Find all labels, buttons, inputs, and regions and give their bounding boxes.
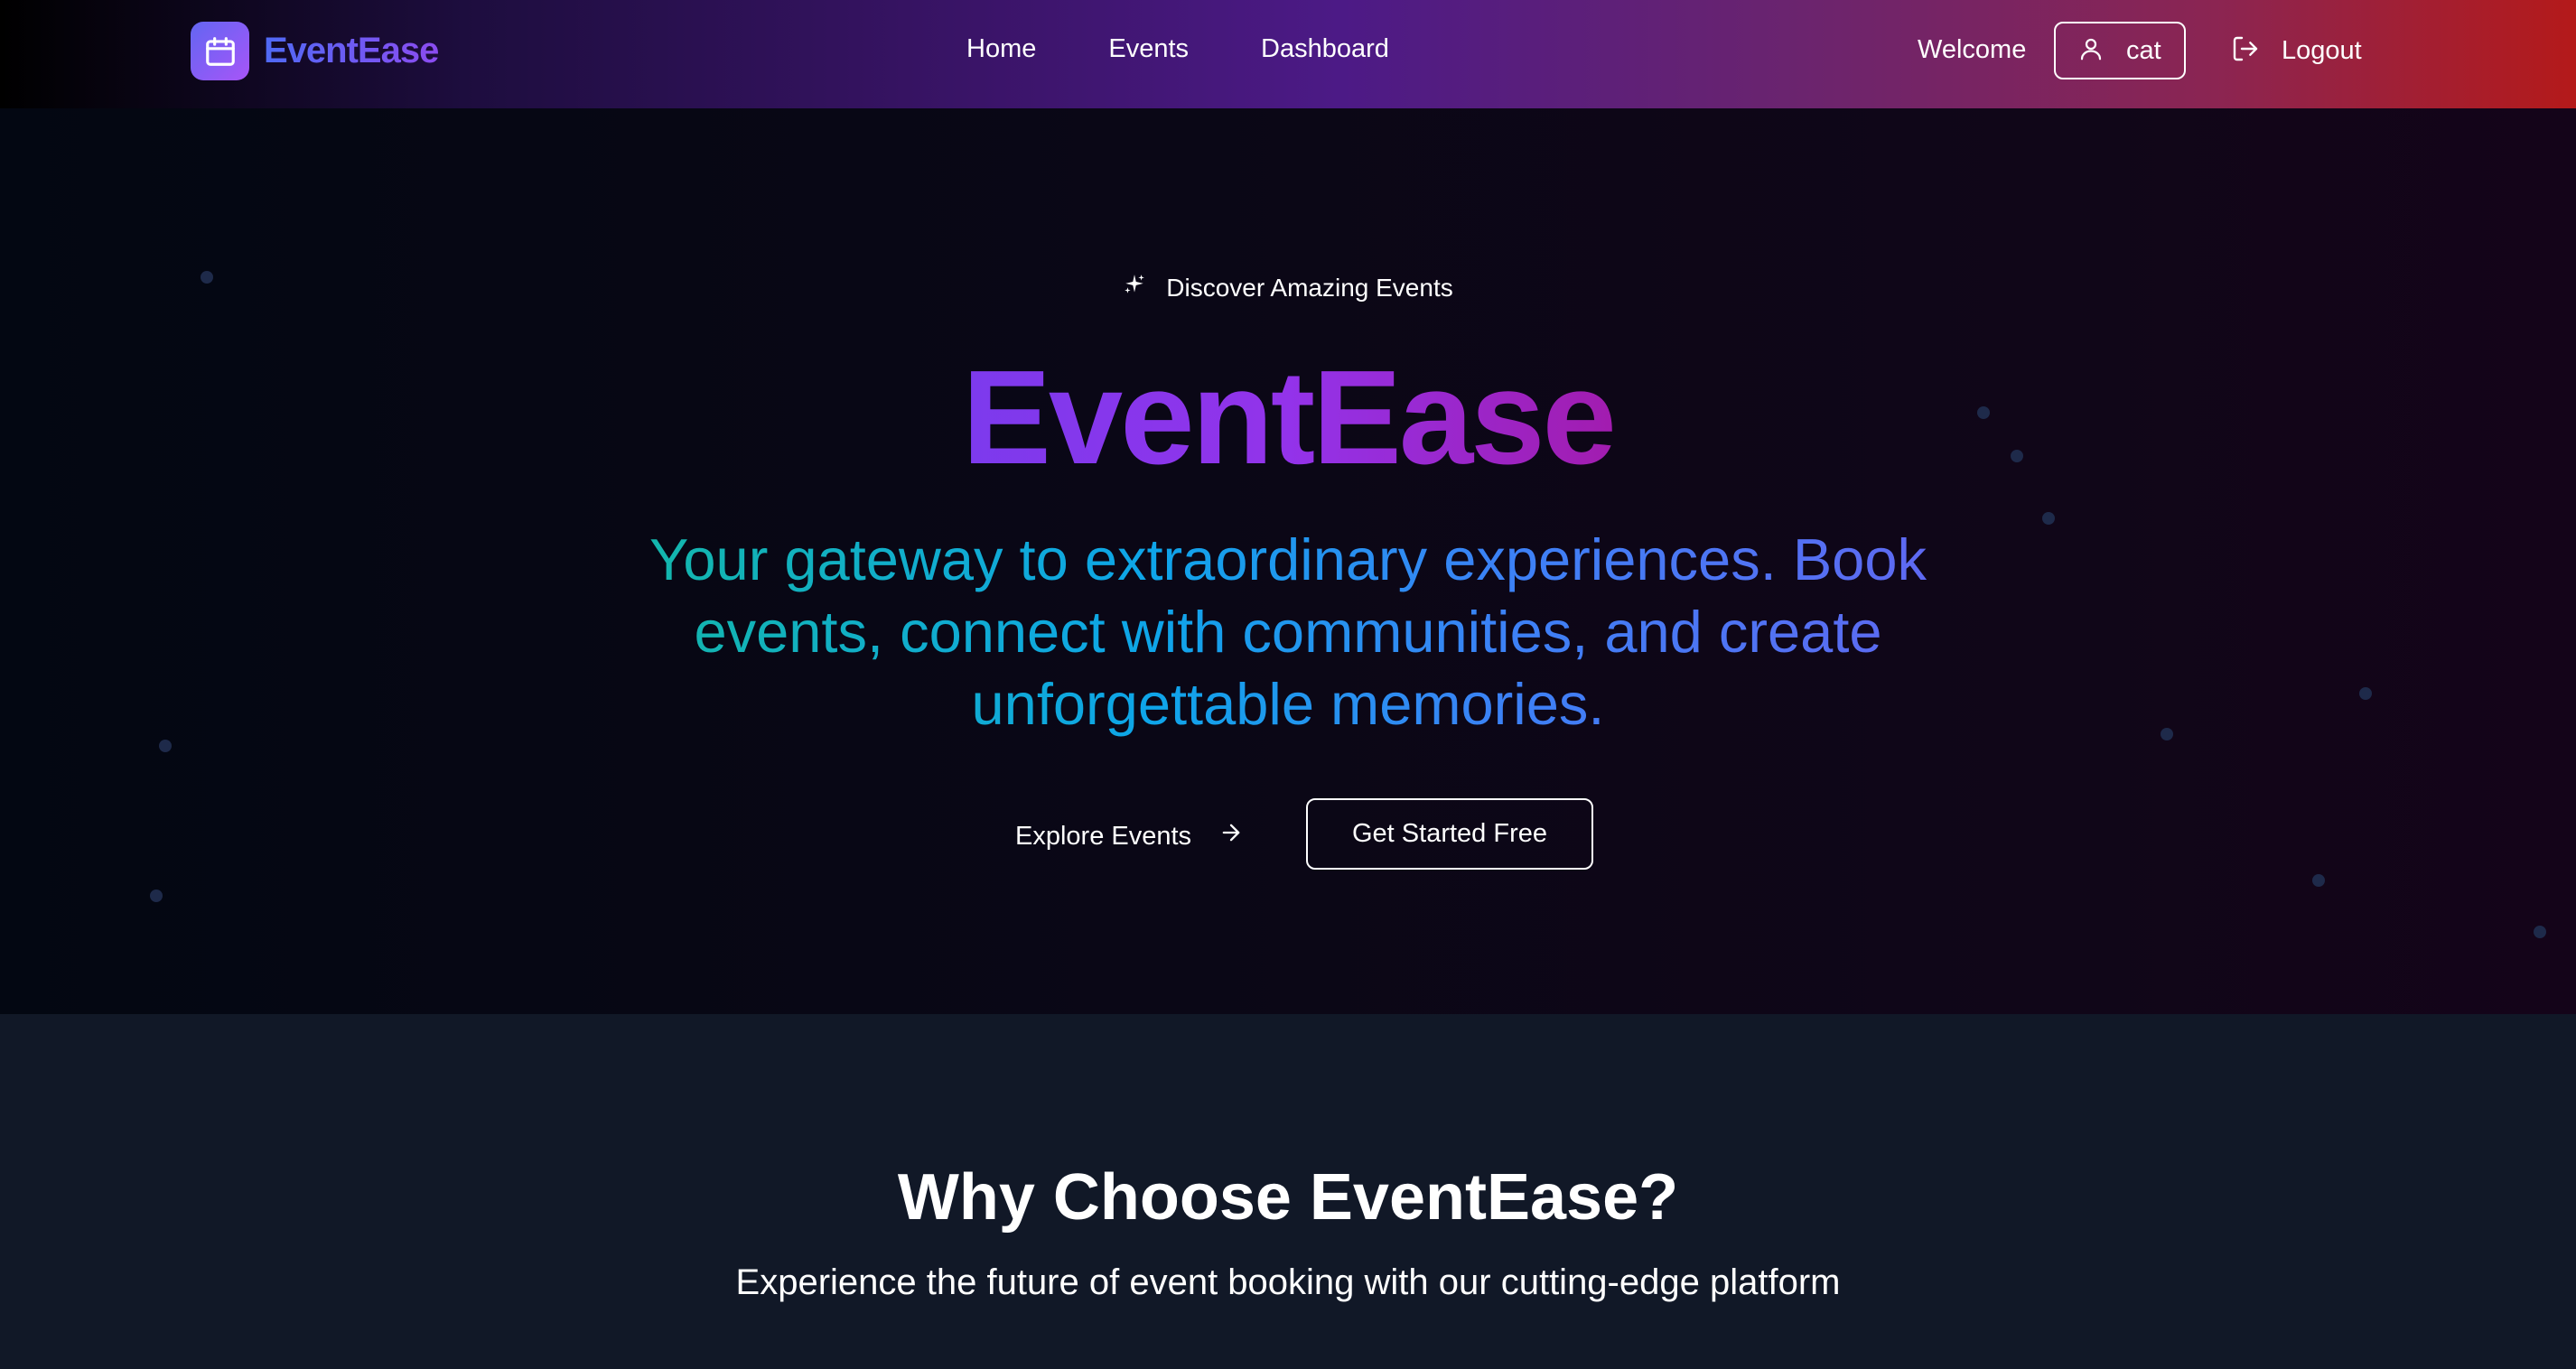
user-profile-button[interactable]: cat: [2054, 22, 2186, 79]
logout-button[interactable]: Logout: [2231, 34, 2362, 68]
hero-section: Discover Amazing Events EventEase Your g…: [0, 108, 2576, 1014]
explore-events-label: Explore Events: [1015, 821, 1192, 851]
features-title: Why Choose EventEase?: [897, 1161, 1679, 1234]
logout-label: Logout: [2282, 36, 2362, 65]
background-dot: [159, 740, 172, 752]
hero-kicker-text: Discover Amazing Events: [1166, 273, 1453, 302]
background-dot: [2359, 687, 2372, 700]
background-dot: [2534, 926, 2546, 938]
background-dot: [2042, 512, 2055, 525]
hero-title: EventEase: [0, 343, 2576, 492]
calendar-icon: [191, 22, 249, 80]
background-dot: [150, 889, 163, 902]
username-label: cat: [2126, 35, 2161, 65]
features-section: Why Choose EventEase? Experience the fut…: [0, 1014, 2576, 1369]
nav-link-dashboard[interactable]: Dashboard: [1261, 34, 1389, 64]
hero-kicker: Discover Amazing Events: [0, 273, 2576, 303]
top-navbar: EventEase Home Events Dashboard Welcome …: [0, 0, 2576, 108]
welcome-text: Welcome: [1918, 35, 2027, 64]
nav-links: Home Events Dashboard: [966, 34, 1461, 64]
brand-link[interactable]: EventEase: [191, 22, 439, 80]
features-subtitle: Experience the future of event booking w…: [735, 1262, 1841, 1302]
hero-subtitle: Your gateway to extraordinary experience…: [596, 524, 1980, 740]
user-icon: [2077, 35, 2105, 67]
nav-link-events[interactable]: Events: [1108, 34, 1189, 64]
nav-link-home[interactable]: Home: [966, 34, 1036, 64]
background-dot: [2312, 874, 2325, 887]
background-dot: [2161, 728, 2173, 740]
explore-events-button[interactable]: Explore Events: [997, 801, 1268, 871]
hero-title-text: EventEase: [962, 343, 1617, 492]
logout-icon: [2231, 34, 2260, 68]
sparkles-icon: [1123, 273, 1146, 303]
brand-name: EventEase: [264, 31, 439, 70]
arrow-right-icon: [1218, 820, 1244, 852]
get-started-button[interactable]: Get Started Free: [1306, 798, 1593, 870]
